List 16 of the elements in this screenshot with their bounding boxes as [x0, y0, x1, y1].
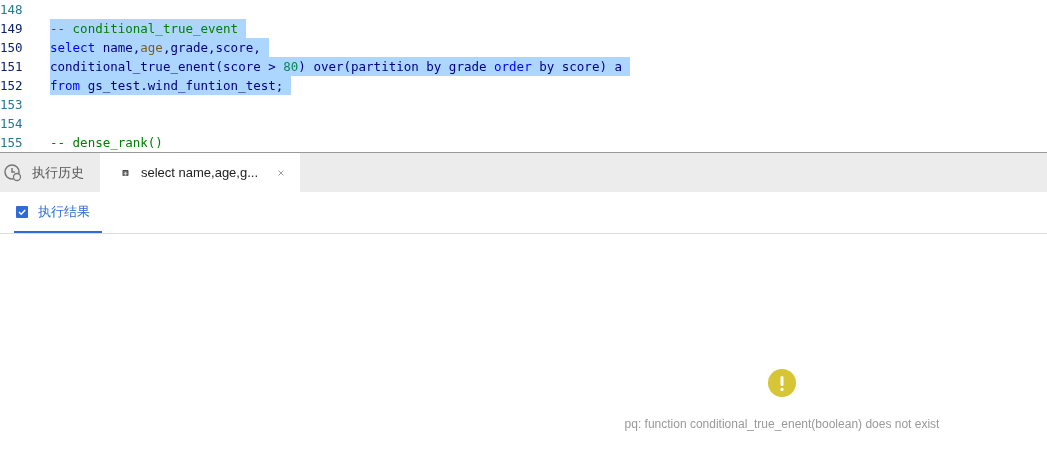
result-tab[interactable]: 执行结果 [14, 192, 102, 233]
line-number: 154 [0, 116, 24, 131]
line-number: 151 [0, 59, 24, 74]
line-number: 150 [0, 40, 24, 55]
warning-icon [768, 369, 796, 397]
line-number: 148 [0, 2, 24, 17]
checkbox-icon [16, 205, 28, 218]
line-number: 149 [0, 21, 24, 36]
line-number: 155 [0, 135, 24, 150]
code-line: -- dense_rank() [50, 134, 164, 152]
query-tab[interactable]: 执行历史 [0, 153, 100, 192]
error-message: pq: function conditional_true_enent(boolean) does not exist [624, 417, 940, 431]
query-tab[interactable]: select name,age,g... [100, 153, 300, 192]
line-number: 152 [0, 78, 24, 93]
line-number: 153 [0, 97, 24, 112]
clock-icon [4, 163, 22, 182]
